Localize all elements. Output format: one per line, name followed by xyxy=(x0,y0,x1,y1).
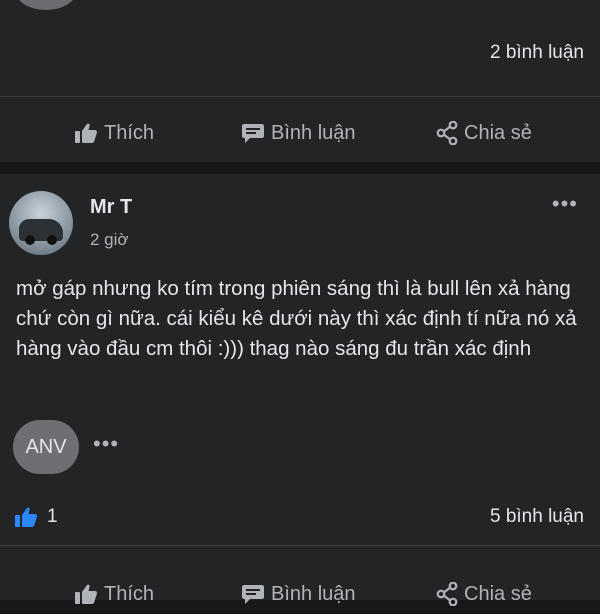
more-options-icon[interactable]: ••• xyxy=(552,193,578,215)
reaction-summary[interactable]: 1 xyxy=(13,502,58,532)
post-time[interactable]: 2 giờ xyxy=(90,230,129,250)
share-button[interactable]: Chia sẻ xyxy=(436,113,532,153)
previous-post-comments-count[interactable]: 2 bình luận xyxy=(490,42,584,64)
comment-label: Bình luận xyxy=(271,121,356,144)
share-label: Chia sẻ xyxy=(464,582,532,605)
like-reaction-icon xyxy=(15,507,37,527)
ellipsis-icon[interactable]: ••• xyxy=(93,433,119,455)
comment-icon xyxy=(242,585,264,604)
previous-post-avatar[interactable] xyxy=(15,0,77,10)
share-button[interactable]: Chia sẻ xyxy=(436,574,532,614)
share-label: Chia sẻ xyxy=(464,121,532,144)
post-actions: Thích Bình luận Chia sẻ xyxy=(0,574,600,614)
like-label: Thích xyxy=(104,582,155,605)
like-button[interactable]: Thích xyxy=(74,574,154,614)
comment-button[interactable]: Bình luận xyxy=(241,574,356,614)
thumbs-up-icon xyxy=(75,584,97,604)
like-button[interactable]: Thích xyxy=(74,113,154,153)
like-count: 1 xyxy=(47,506,58,527)
author-avatar[interactable] xyxy=(9,191,73,255)
previous-post-card: 2 bình luận Thích Bình luận Chia sẻ xyxy=(0,0,600,162)
post-text: mở gáp nhưng ko tím trong phiên sáng thì… xyxy=(16,277,577,360)
divider xyxy=(0,96,600,97)
post-card: Mr T 2 giờ ••• mở gáp nhưng ko tím trong… xyxy=(0,174,600,606)
comment-label: Bình luận xyxy=(271,582,356,605)
share-icon xyxy=(436,582,458,606)
share-icon xyxy=(436,121,458,145)
thumbs-up-icon xyxy=(75,123,97,143)
previous-post-actions: Thích Bình luận Chia sẻ xyxy=(0,113,600,153)
comment-button[interactable]: Bình luận xyxy=(241,113,356,153)
author-name[interactable]: Mr T xyxy=(90,196,132,219)
comment-icon xyxy=(242,124,264,143)
post-comments-count[interactable]: 5 bình luận xyxy=(490,506,584,528)
commenter-avatar[interactable]: ANV xyxy=(13,420,79,474)
like-label: Thích xyxy=(104,121,155,144)
divider xyxy=(0,545,600,546)
